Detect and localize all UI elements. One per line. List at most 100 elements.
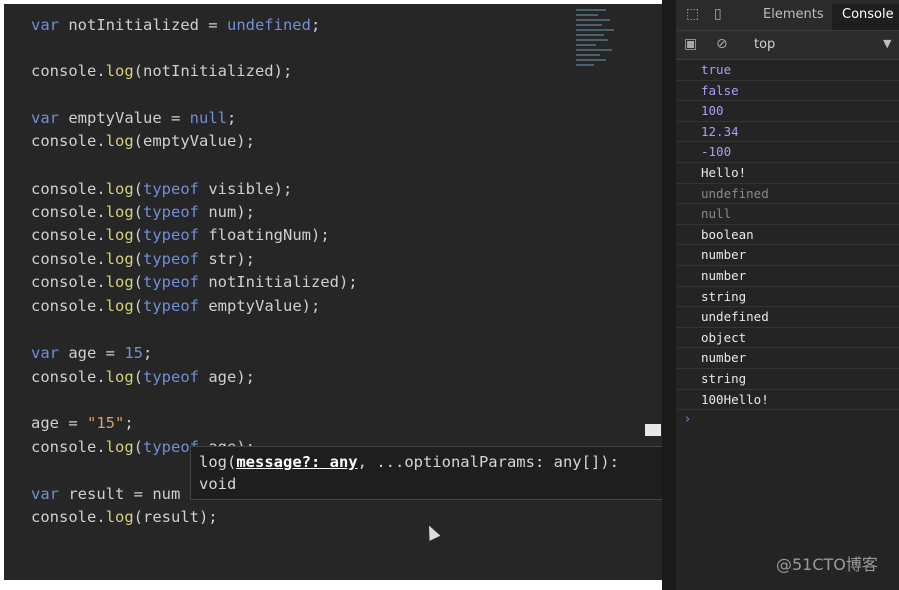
code-token: ( [133, 297, 143, 315]
code-token: ( [133, 180, 143, 198]
code-token: var [31, 16, 59, 34]
code-line[interactable]: console.log(typeof notInitialized); [31, 271, 358, 293]
code-token: var [31, 109, 59, 127]
console-log-row: boolean [676, 225, 899, 246]
console-prompt[interactable]: › [685, 412, 690, 427]
console-log-row: 100 [676, 101, 899, 122]
code-token: log [105, 250, 134, 268]
code-token: ; [226, 109, 237, 127]
code-line[interactable]: age = "15"; [31, 412, 134, 434]
panel-divider[interactable] [662, 0, 676, 590]
signature-prefix: log( [199, 453, 237, 471]
code-line[interactable]: console.log(typeof emptyValue); [31, 295, 320, 317]
code-token: var [31, 485, 59, 503]
code-token: result = num [59, 485, 181, 503]
code-token: log [105, 62, 134, 80]
code-token: console. [31, 508, 106, 526]
code-token: log [105, 297, 134, 315]
code-line[interactable]: var notInitialized = undefined; [31, 14, 320, 36]
clear-console-icon[interactable]: ⊘ [716, 36, 728, 52]
code-token: "15" [87, 414, 125, 432]
code-line[interactable]: console.log(typeof str); [31, 248, 255, 270]
code-line[interactable]: console.log(notInitialized); [31, 60, 292, 82]
code-token: num); [199, 203, 255, 221]
console-log-row: string [676, 369, 899, 390]
code-token: typeof [143, 180, 199, 198]
code-token: undefined [226, 16, 311, 34]
code-line[interactable]: console.log(result); [31, 506, 218, 528]
code-line[interactable]: console.log(typeof visible); [31, 178, 292, 200]
code-token: 15 [124, 344, 143, 362]
console-log-row: number [676, 266, 899, 287]
code-token: log [105, 508, 134, 526]
code-token: typeof [143, 297, 199, 315]
code-line[interactable]: var age = 15; [31, 342, 152, 364]
code-editor[interactable]: var notInitialized = undefined; console.l… [4, 4, 662, 580]
code-token: log [105, 273, 134, 291]
code-token: floatingNum); [199, 226, 330, 244]
code-token: log [105, 180, 134, 198]
signature-active-param: message?: any [236, 453, 358, 471]
minimap[interactable] [576, 6, 618, 76]
console-log-row: object [676, 328, 899, 349]
code-token: console. [31, 132, 106, 150]
code-token: log [105, 368, 134, 386]
watermark: @51CTO博客 [776, 555, 878, 574]
code-token: emptyValue = [59, 109, 190, 127]
device-icon[interactable]: ▯ [714, 6, 722, 22]
console-log-row: string [676, 287, 899, 308]
code-line[interactable]: console.log(typeof age); [31, 366, 255, 388]
console-log-row: -100 [676, 142, 899, 163]
code-token: (emptyValue); [133, 132, 255, 150]
context-selector[interactable]: top [754, 37, 775, 52]
code-line[interactable]: var emptyValue = null; [31, 107, 236, 129]
inspect-icon[interactable]: ⬚ [686, 6, 699, 22]
code-token: console. [31, 368, 106, 386]
tab-console[interactable]: Console [832, 4, 899, 30]
code-token: ; [124, 414, 134, 432]
chevron-down-icon[interactable]: ▼ [883, 37, 891, 50]
code-token: typeof [143, 250, 199, 268]
console-log-row: false [676, 81, 899, 102]
code-line[interactable]: console.log(typeof floatingNum); [31, 224, 330, 246]
sidebar-toggle-icon[interactable]: ▣ [684, 36, 697, 52]
tab-elements[interactable]: Elements [763, 7, 824, 22]
code-token: (notInitialized); [133, 62, 293, 80]
code-token: console. [31, 250, 106, 268]
signature-line: log(message?: any, ...optionalParams: an… [199, 451, 655, 473]
code-token: ( [133, 250, 143, 268]
code-token: log [105, 132, 134, 150]
code-token: typeof [143, 368, 199, 386]
code-token: console. [31, 203, 106, 221]
code-line[interactable]: var result = num [31, 483, 180, 505]
code-token: (result); [133, 508, 218, 526]
code-token: typeof [143, 203, 199, 221]
code-token: console. [31, 180, 106, 198]
code-line[interactable]: console.log(emptyValue); [31, 130, 255, 152]
code-token: age = [59, 344, 125, 362]
code-token: ; [310, 16, 321, 34]
console-log-row: number [676, 348, 899, 369]
console-log-row: number [676, 245, 899, 266]
code-token: var [31, 344, 59, 362]
devtools-tab-bar: ⬚ ▯ Elements Console [676, 0, 899, 31]
code-token: age); [199, 368, 255, 386]
code-token: null [189, 109, 227, 127]
code-token: console. [31, 273, 106, 291]
console-log-row: true [676, 60, 899, 81]
code-token: typeof [143, 273, 199, 291]
code-token: ( [133, 273, 143, 291]
code-token: console. [31, 297, 106, 315]
code-token: console. [31, 62, 106, 80]
code-line[interactable]: console.log(typeof num); [31, 201, 255, 223]
code-token: str); [199, 250, 255, 268]
code-token: typeof [143, 226, 199, 244]
devtools-panel: ⬚ ▯ Elements Console ▣ ⊘ top ▼ true false… [676, 0, 899, 590]
console-log-row: 12.34 [676, 122, 899, 143]
signature-rest: , ...optionalParams: any[]): [357, 453, 619, 471]
console-log-row: null [676, 204, 899, 225]
code-token: ( [133, 203, 143, 221]
code-token: age = [31, 414, 87, 432]
console-toolbar: ▣ ⊘ top ▼ [676, 31, 899, 60]
signature-return-type: void [199, 475, 237, 493]
